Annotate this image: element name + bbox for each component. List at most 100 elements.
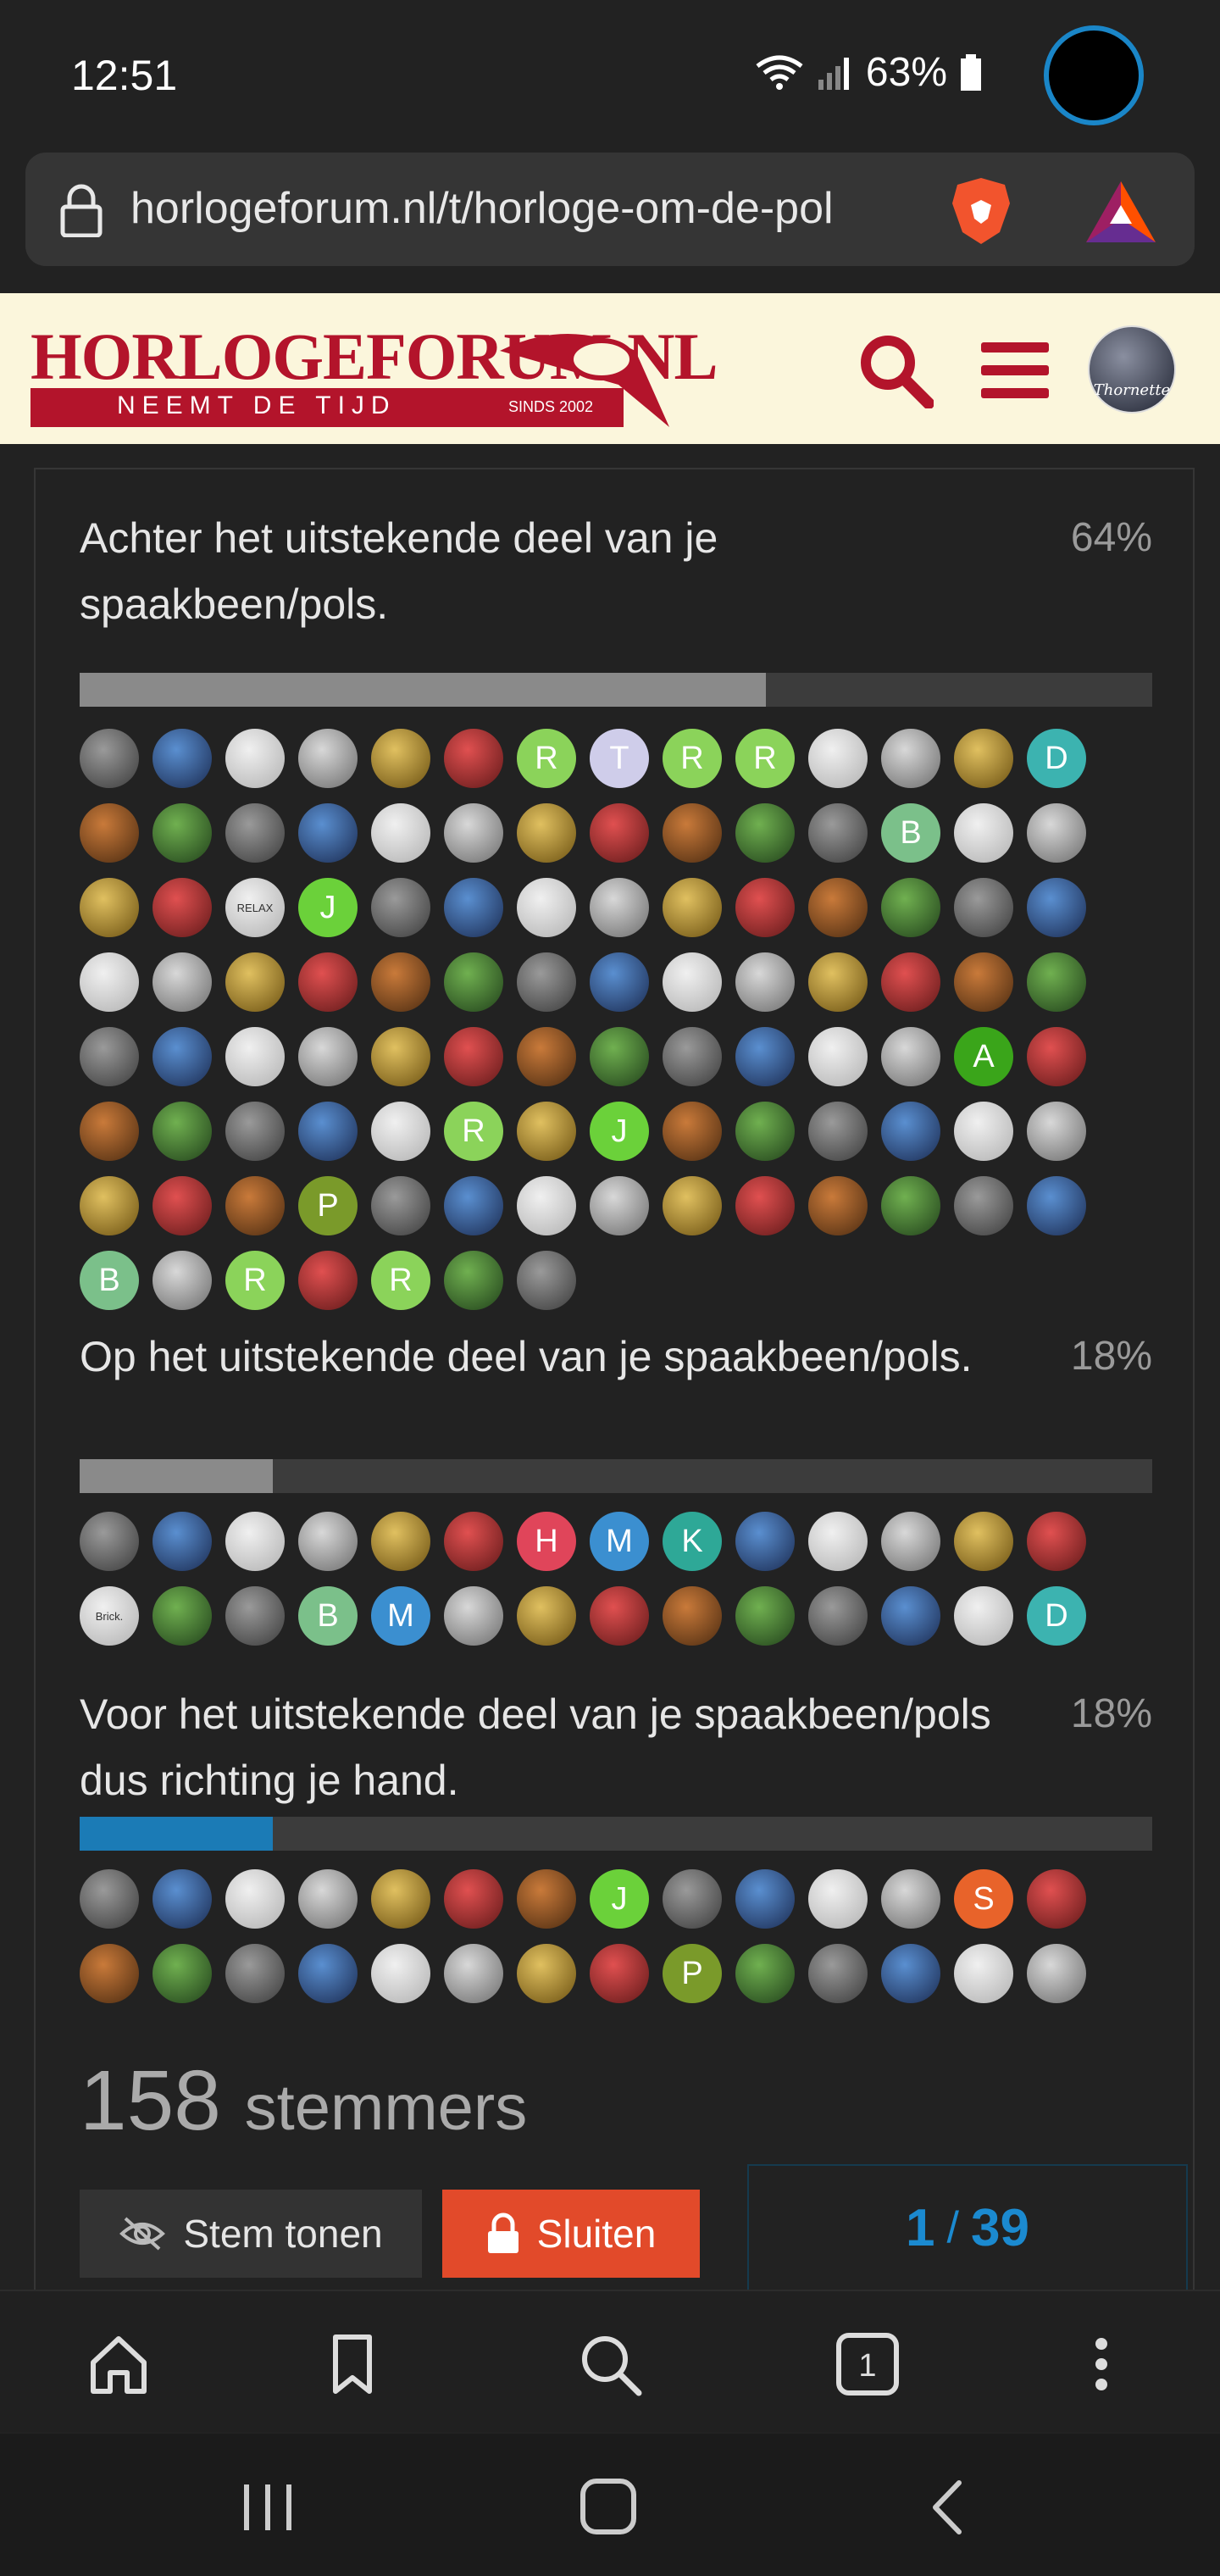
voter-avatar[interactable]: [881, 878, 940, 937]
brave-shield-icon[interactable]: [946, 175, 1017, 246]
voter-avatar[interactable]: [444, 1512, 503, 1571]
hamburger-menu-icon[interactable]: [981, 341, 1049, 400]
voter-avatar[interactable]: [298, 729, 358, 788]
home-button-icon[interactable]: [574, 2478, 642, 2537]
voter-avatar[interactable]: [663, 1102, 722, 1161]
voter-avatar[interactable]: P: [663, 1944, 722, 2003]
voter-avatar[interactable]: [735, 1586, 795, 1646]
voter-avatar[interactable]: [444, 1869, 503, 1929]
voter-avatar[interactable]: [444, 1944, 503, 2003]
voter-avatar[interactable]: [371, 729, 430, 788]
voter-avatar[interactable]: M: [590, 1512, 649, 1571]
voter-avatar[interactable]: B: [881, 803, 940, 863]
voter-avatar[interactable]: [152, 729, 212, 788]
voter-avatar[interactable]: [808, 1102, 868, 1161]
voter-avatar[interactable]: [225, 1176, 285, 1235]
voter-avatar[interactable]: [225, 1586, 285, 1646]
voter-avatar[interactable]: [152, 1869, 212, 1929]
voter-avatar[interactable]: [1027, 1027, 1086, 1086]
voter-avatar[interactable]: [444, 952, 503, 1012]
voter-avatar[interactable]: [663, 1869, 722, 1929]
voter-avatar[interactable]: [152, 1102, 212, 1161]
voter-avatar[interactable]: [735, 878, 795, 937]
voter-avatar[interactable]: [444, 878, 503, 937]
voter-avatar[interactable]: [1027, 878, 1086, 937]
voter-avatar[interactable]: T: [590, 729, 649, 788]
back-icon[interactable]: [915, 2478, 983, 2537]
voter-avatar[interactable]: [517, 1251, 576, 1310]
voter-avatar[interactable]: [808, 1869, 868, 1929]
voter-avatar[interactable]: J: [298, 878, 358, 937]
tabs-icon[interactable]: 1: [834, 2330, 901, 2398]
voter-avatar[interactable]: J: [590, 1869, 649, 1929]
voter-avatar[interactable]: [590, 878, 649, 937]
voter-avatar[interactable]: [444, 1027, 503, 1086]
voter-avatar[interactable]: [371, 1944, 430, 2003]
voter-avatar[interactable]: [590, 1176, 649, 1235]
voter-avatar[interactable]: [152, 1176, 212, 1235]
voter-avatar[interactable]: [517, 1102, 576, 1161]
voter-avatar[interactable]: [735, 1102, 795, 1161]
voter-avatar[interactable]: [590, 803, 649, 863]
voter-avatar[interactable]: H: [517, 1512, 576, 1571]
voter-avatar[interactable]: [881, 1512, 940, 1571]
recent-apps-icon[interactable]: [234, 2478, 302, 2537]
voter-avatar[interactable]: [225, 1027, 285, 1086]
show-votes-button[interactable]: Stem tonen: [80, 2190, 422, 2278]
voter-avatar[interactable]: [298, 1512, 358, 1571]
voter-avatar[interactable]: [1027, 1944, 1086, 2003]
voter-avatar[interactable]: [371, 1176, 430, 1235]
voter-avatar[interactable]: P: [298, 1176, 358, 1235]
address-bar[interactable]: horlogeforum.nl/t/horloge-om-de-pol: [25, 153, 1195, 266]
voter-avatar[interactable]: R: [735, 729, 795, 788]
voter-avatar[interactable]: [152, 803, 212, 863]
voter-avatar[interactable]: [735, 1176, 795, 1235]
voter-avatar[interactable]: [663, 803, 722, 863]
voter-avatar[interactable]: RELAX: [225, 878, 285, 937]
voter-avatar[interactable]: [444, 1251, 503, 1310]
voter-avatar[interactable]: [152, 1944, 212, 2003]
voter-avatar[interactable]: [808, 1176, 868, 1235]
voter-avatar[interactable]: [80, 729, 139, 788]
voter-avatar[interactable]: [371, 1512, 430, 1571]
voter-avatar[interactable]: [225, 1512, 285, 1571]
voter-avatar[interactable]: [80, 1869, 139, 1929]
voter-avatar[interactable]: [954, 952, 1013, 1012]
voter-avatar[interactable]: [80, 1027, 139, 1086]
voter-avatar[interactable]: [517, 952, 576, 1012]
search-icon[interactable]: [857, 332, 934, 408]
voter-avatar[interactable]: D: [1027, 1586, 1086, 1646]
voter-avatar[interactable]: [225, 1102, 285, 1161]
voter-avatar[interactable]: [517, 1869, 576, 1929]
voter-avatar[interactable]: [735, 1512, 795, 1571]
voter-avatar[interactable]: [517, 1176, 576, 1235]
voter-avatar[interactable]: [735, 1944, 795, 2003]
voter-avatar[interactable]: [80, 878, 139, 937]
voter-avatar[interactable]: [152, 1027, 212, 1086]
voter-avatar[interactable]: [517, 1586, 576, 1646]
voter-avatar[interactable]: [371, 878, 430, 937]
voter-avatar[interactable]: [1027, 1176, 1086, 1235]
voter-avatar[interactable]: Brick.: [80, 1586, 139, 1646]
voter-avatar[interactable]: [80, 1102, 139, 1161]
voter-avatar[interactable]: [954, 1512, 1013, 1571]
voter-avatar[interactable]: [225, 803, 285, 863]
voter-avatar[interactable]: [298, 1944, 358, 2003]
voter-avatar[interactable]: [152, 1586, 212, 1646]
voter-avatar[interactable]: [735, 1869, 795, 1929]
voter-avatar[interactable]: [225, 952, 285, 1012]
voter-avatar[interactable]: [954, 1944, 1013, 2003]
voter-avatar[interactable]: [590, 1586, 649, 1646]
voter-avatar[interactable]: S: [954, 1869, 1013, 1929]
voter-avatar[interactable]: [298, 803, 358, 863]
voter-avatar[interactable]: B: [298, 1586, 358, 1646]
voter-avatar[interactable]: [808, 729, 868, 788]
voter-avatar[interactable]: [881, 1176, 940, 1235]
voter-avatar[interactable]: [517, 1944, 576, 2003]
voter-avatar[interactable]: [225, 729, 285, 788]
voter-avatar[interactable]: [881, 729, 940, 788]
voter-avatar[interactable]: [298, 1869, 358, 1929]
voter-avatar[interactable]: [1027, 952, 1086, 1012]
voter-avatar[interactable]: [444, 803, 503, 863]
voter-avatar[interactable]: [881, 952, 940, 1012]
